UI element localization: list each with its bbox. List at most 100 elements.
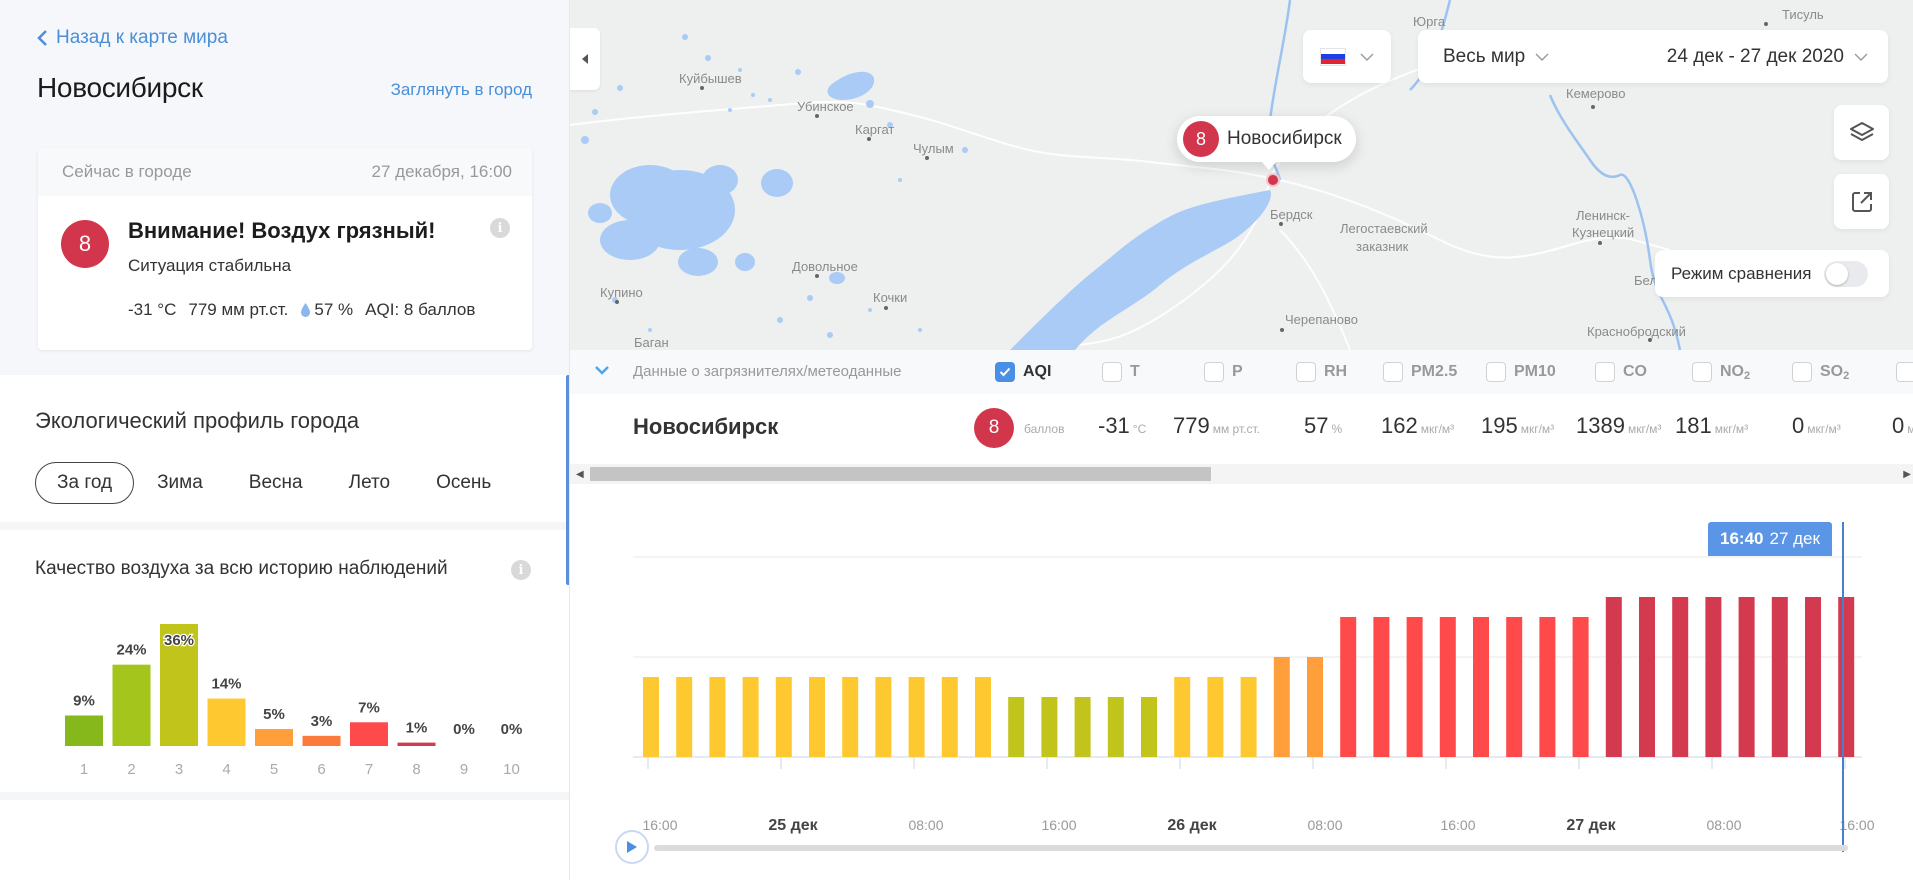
timeline-cursor[interactable]	[1842, 522, 1844, 852]
temperature-cell: -31 °C	[1098, 413, 1147, 438]
aqi-bar[interactable]	[676, 677, 693, 757]
tab-autumn[interactable]: Осень	[413, 462, 514, 504]
aqi-bar[interactable]	[1273, 657, 1290, 757]
aqi-bar[interactable]	[1008, 697, 1025, 757]
date-range-select[interactable]: 24 дек - 27 дек 2020	[1667, 46, 1868, 68]
humidity-value: 57 %	[314, 300, 354, 319]
pressure-cell: 779 мм рт.ст.	[1173, 413, 1260, 438]
timeline-track[interactable]	[654, 845, 1848, 851]
param-checkbox-aqi[interactable]: AQI	[995, 362, 1051, 382]
pollutant-header: Данные о загрязнителях/метеоданные AQI T…	[570, 350, 1913, 394]
aqi-bar[interactable]	[908, 677, 925, 757]
aqi-bar[interactable]	[1473, 617, 1489, 757]
country-select[interactable]	[1303, 30, 1391, 83]
layers-button[interactable]	[1834, 105, 1889, 160]
aqi-bar[interactable]	[1539, 617, 1556, 757]
aqi-bar[interactable]	[1605, 597, 1622, 757]
aqi-bar[interactable]	[1107, 697, 1124, 757]
co-cell: 1389 мкг/м³	[1576, 413, 1662, 438]
tab-winter[interactable]: Зима	[134, 462, 226, 504]
tab-spring[interactable]: Весна	[226, 462, 326, 504]
histogram-category-label: 7	[365, 761, 373, 778]
extra-cell: 0м	[1892, 413, 1913, 438]
share-button[interactable]	[1834, 174, 1889, 229]
aqi-bar[interactable]	[1705, 597, 1722, 757]
aqi-bar[interactable]	[1240, 677, 1257, 757]
scroll-right-arrow-icon[interactable]: ▶	[1903, 469, 1911, 480]
param-checkbox-pm25[interactable]: PM2.5	[1383, 362, 1457, 382]
city-location-dot[interactable]	[1266, 173, 1280, 187]
aqi-bar[interactable]	[742, 677, 759, 757]
aqi-bar[interactable]	[1174, 677, 1191, 757]
season-tabs: За год Зима Весна Лето Осень	[35, 462, 514, 504]
aqi-badge: 8	[61, 220, 109, 268]
param-checkbox-rh[interactable]: RH	[1296, 362, 1347, 382]
collapse-panel-button[interactable]	[570, 28, 600, 90]
play-button[interactable]	[615, 830, 649, 864]
page-title: Новосибирск	[37, 72, 203, 103]
aqi-bar[interactable]	[842, 677, 859, 757]
aqi-bar[interactable]	[1506, 617, 1523, 757]
alert-title: Внимание! Воздух грязный!	[128, 218, 436, 243]
chevron-down-icon[interactable]	[594, 364, 610, 376]
city-map-pin[interactable]: 8 Новосибирск	[1177, 116, 1356, 170]
region-select[interactable]: Весь мир	[1443, 46, 1549, 68]
aqi-bar[interactable]	[1307, 657, 1323, 757]
aqi-bar[interactable]	[1572, 617, 1589, 757]
histogram-category-label: 6	[317, 761, 325, 778]
aqi-bar[interactable]	[941, 677, 958, 757]
aqi-bar[interactable]	[1340, 617, 1357, 757]
histogram-bar	[112, 664, 151, 746]
param-checkbox-pm10[interactable]: PM10	[1486, 362, 1556, 382]
map-label: Черепаново	[1285, 312, 1358, 327]
aqi-bar[interactable]	[975, 677, 991, 757]
histogram-bar	[255, 729, 293, 746]
aqi-bar[interactable]	[809, 677, 825, 757]
aqi-text: AQI: 8 баллов	[365, 300, 476, 319]
scroll-left-arrow-icon[interactable]: ◀	[576, 469, 584, 480]
look-into-city-link[interactable]: Заглянуть в город	[391, 80, 532, 100]
tab-summer[interactable]: Лето	[326, 462, 413, 504]
map-label: Убинское	[797, 99, 854, 114]
tab-year[interactable]: За год	[35, 462, 135, 504]
horizontal-scrollbar[interactable]: ◀ ▶	[570, 464, 1913, 484]
param-checkbox-co[interactable]: CO	[1595, 362, 1647, 382]
aqi-bar[interactable]	[643, 677, 659, 757]
map-label: Кемерово	[1566, 86, 1625, 101]
aqi-bar[interactable]	[1672, 597, 1689, 757]
info-icon[interactable]: i	[490, 218, 510, 238]
param-checkbox-more[interactable]	[1896, 362, 1913, 382]
param-checkbox-no2[interactable]: NO2	[1692, 362, 1750, 382]
caret-left-icon	[582, 54, 588, 64]
aqi-bar[interactable]	[709, 677, 726, 757]
histogram-bar	[350, 722, 388, 746]
histogram-category-label: 1	[80, 761, 88, 778]
aqi-bar[interactable]	[1639, 597, 1655, 757]
back-to-world-map-link[interactable]: Назад к карте мира	[36, 27, 228, 49]
map-label: Кузнецкий	[1572, 225, 1634, 240]
aqi-bar[interactable]	[1805, 597, 1821, 757]
aqi-bar[interactable]	[1406, 617, 1423, 757]
aqi-bar[interactable]	[1141, 697, 1157, 757]
aqi-bar[interactable]	[1838, 597, 1855, 757]
now-heading: Сейчас в городе	[62, 162, 192, 181]
aqi-bar[interactable]	[875, 677, 892, 757]
param-checkbox-p[interactable]: P	[1204, 362, 1243, 382]
aqi-bar[interactable]	[1373, 617, 1390, 757]
aqi-bar[interactable]	[1771, 597, 1788, 757]
aqi-bar[interactable]	[1439, 617, 1456, 757]
aqi-bar[interactable]	[775, 677, 792, 757]
compare-mode-label: Режим сравнения	[1671, 263, 1812, 283]
aqi-bar[interactable]	[1041, 697, 1058, 757]
scrollbar-thumb[interactable]	[590, 467, 1211, 481]
param-checkbox-t[interactable]: T	[1102, 362, 1140, 382]
aqi-bar[interactable]	[1207, 677, 1224, 757]
map[interactable]: Куйбышев Убинское Каргат Чулым Довольное…	[570, 0, 1913, 350]
aqi-bar[interactable]	[1738, 597, 1755, 757]
compare-mode-toggle[interactable]	[1823, 260, 1868, 287]
param-checkbox-so2[interactable]: SO2	[1792, 362, 1849, 382]
aqi-bar[interactable]	[1074, 697, 1091, 757]
histogram-bar-label: 1%	[406, 720, 428, 737]
histogram-bar-label: 3%	[311, 713, 333, 730]
russia-flag-icon	[1320, 47, 1346, 66]
